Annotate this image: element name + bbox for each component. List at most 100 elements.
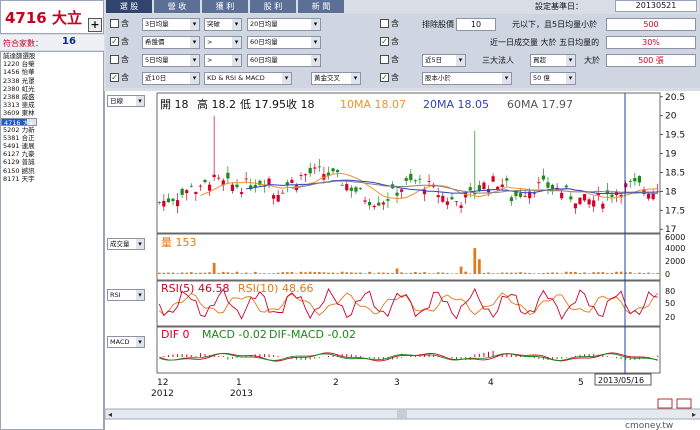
institution-action-select[interactable]: 買超 (530, 54, 576, 67)
institution-period-select[interactable]: 近5日 (422, 54, 466, 67)
zoom-out-icon[interactable] (676, 398, 692, 409)
filter-row-1-checkbox[interactable] (110, 19, 119, 28)
filter-row-3-select-3[interactable]: 60日均量 (247, 54, 321, 67)
candle-body (217, 177, 221, 179)
volume-bar (596, 272, 600, 274)
filter-row-1-select-1[interactable]: 3日均量 (142, 18, 200, 31)
base-date-label: 設定基準日： (535, 2, 583, 11)
tab-1[interactable]: 選 股 (106, 0, 152, 13)
stock-list-item[interactable]: 誠達篩選股 (1, 52, 103, 60)
stock-list-item[interactable]: 2388 威盛 (1, 93, 103, 101)
add-button[interactable]: + (88, 18, 102, 32)
volume-bar (304, 272, 307, 274)
volume-bar (647, 272, 650, 274)
volume-bar (404, 273, 408, 274)
avg-volume-input[interactable]: 500 (606, 18, 696, 31)
volume-bar (459, 266, 463, 274)
filter-row-3-select-1[interactable]: 5日均量 (142, 54, 200, 67)
volume-bar (258, 273, 262, 274)
volume-bar (478, 259, 481, 274)
volume-bar (569, 271, 573, 274)
volume-bar (240, 273, 243, 274)
candle-body (212, 174, 216, 178)
match-count-label: 符合家數： (3, 39, 43, 48)
filter-row-4-select-1[interactable]: 近10日 (142, 72, 200, 85)
volume-bar (349, 272, 353, 274)
candle-body (336, 170, 340, 173)
stock-list-item[interactable]: 1456 怡華 (1, 68, 103, 76)
volume-bar (267, 273, 271, 274)
stock-chart[interactable]: 20.52019.51918.51817.5176000400020000805… (105, 91, 700, 430)
tab-bar: 選 股營 收獲 利股 利新 聞 (106, 0, 346, 13)
volume-bar (455, 273, 458, 274)
zoom-in-icon[interactable] (657, 398, 673, 409)
stock-list-item[interactable]: 5381 合正 (1, 134, 103, 142)
volume-bar (628, 272, 632, 274)
volume-bar (295, 273, 298, 274)
filter-row-1-select-2[interactable]: 突破 (204, 18, 242, 31)
tab-5[interactable]: 新 聞 (298, 0, 344, 13)
stock-list-item[interactable]: 6129 普誠 (1, 158, 103, 166)
volume-bar (564, 271, 568, 274)
stock-list-item[interactable]: 2338 光罩 (1, 77, 103, 85)
volume-bar (551, 272, 554, 274)
exclude-price-input[interactable]: 10 (456, 18, 496, 31)
filter-row-3-select-2[interactable]: > (204, 54, 242, 67)
volume-bar (386, 272, 390, 274)
candle-body (290, 179, 294, 183)
base-date-input[interactable]: 20130521 (615, 0, 697, 12)
stock-list-item[interactable]: 4716 大立 (1, 117, 37, 126)
filter-row-2-checkbox[interactable]: ✓ (110, 37, 119, 46)
price-open: 開 18 (160, 98, 189, 111)
candle-body (628, 180, 632, 182)
price-tick-label: 19.5 (665, 131, 685, 141)
volume-bar (642, 273, 646, 274)
scrollbar-thumb[interactable] (397, 410, 407, 418)
candle-body (601, 203, 605, 209)
candle-body (207, 184, 212, 191)
candle-body (633, 178, 637, 182)
stock-list-item[interactable]: 2380 虹光 (1, 85, 103, 93)
filter-row-2-select-1[interactable]: 希盤價 (142, 36, 200, 49)
filter-right-2-checkbox[interactable]: ✓ (380, 37, 389, 46)
stock-list-item[interactable]: 6150 撼訊 (1, 167, 103, 175)
stock-list-item[interactable]: 8171 天宇 (1, 175, 103, 183)
capital-select[interactable]: 股本小於 (422, 72, 512, 85)
stock-list-item[interactable]: 5202 力新 (1, 126, 103, 134)
filter-row-4-select-2[interactable]: KD & RSI & MACD (204, 72, 292, 85)
filter-row-4-checkbox[interactable]: ✓ (110, 73, 119, 82)
volume-bar (619, 271, 623, 274)
filter-row-3-checkbox[interactable] (110, 55, 119, 64)
tab-2[interactable]: 營 收 (154, 0, 200, 13)
volume-bar (285, 272, 289, 274)
filter-right-4-checkbox[interactable]: ✓ (380, 73, 389, 82)
rsi10-label: RSI(10) 48.66 (238, 282, 313, 295)
candle-body (651, 193, 655, 200)
filter-right-4-label: 含 (391, 73, 399, 82)
ma60-label: 60MA 17.97 (507, 98, 573, 111)
candle-body (276, 194, 280, 202)
volume-label: 量 153 (161, 236, 197, 249)
candle-body (523, 196, 527, 197)
stock-list[interactable]: 誠達篩選股 1220 台榮 1456 怡華 2338 光罩 2380 虹光 2388 威盛… (0, 51, 104, 430)
capital-amount-select[interactable]: 50 億 (530, 72, 576, 85)
filter-row-1-select-3[interactable]: 20日均量 (247, 18, 321, 31)
filter-row-2-select-3[interactable]: 60日均量 (247, 36, 321, 49)
filter-row-4-select-3[interactable]: 黃金交叉 (311, 72, 361, 85)
candle-body (445, 201, 449, 205)
filter-right-1-checkbox[interactable] (380, 19, 389, 28)
candle-body (427, 180, 431, 182)
difmacd-label: DIF-MACD -0.02 (269, 328, 356, 341)
volume-ratio-input[interactable]: 30% (606, 36, 696, 49)
volume-bar (276, 272, 280, 274)
stock-list-item[interactable]: 3609 東林 (1, 109, 103, 117)
filter-right-3-checkbox[interactable] (380, 55, 389, 64)
volume-bar (231, 273, 234, 274)
candle-body (537, 182, 541, 184)
tab-3[interactable]: 獲 利 (202, 0, 248, 13)
institution-amount-input[interactable]: 500 張 (606, 54, 696, 67)
tab-4[interactable]: 股 利 (250, 0, 296, 13)
volume-bar (473, 248, 477, 274)
filter-row-2-select-2[interactable]: > (204, 36, 242, 49)
rsi-tick-label: 80 (665, 287, 675, 296)
